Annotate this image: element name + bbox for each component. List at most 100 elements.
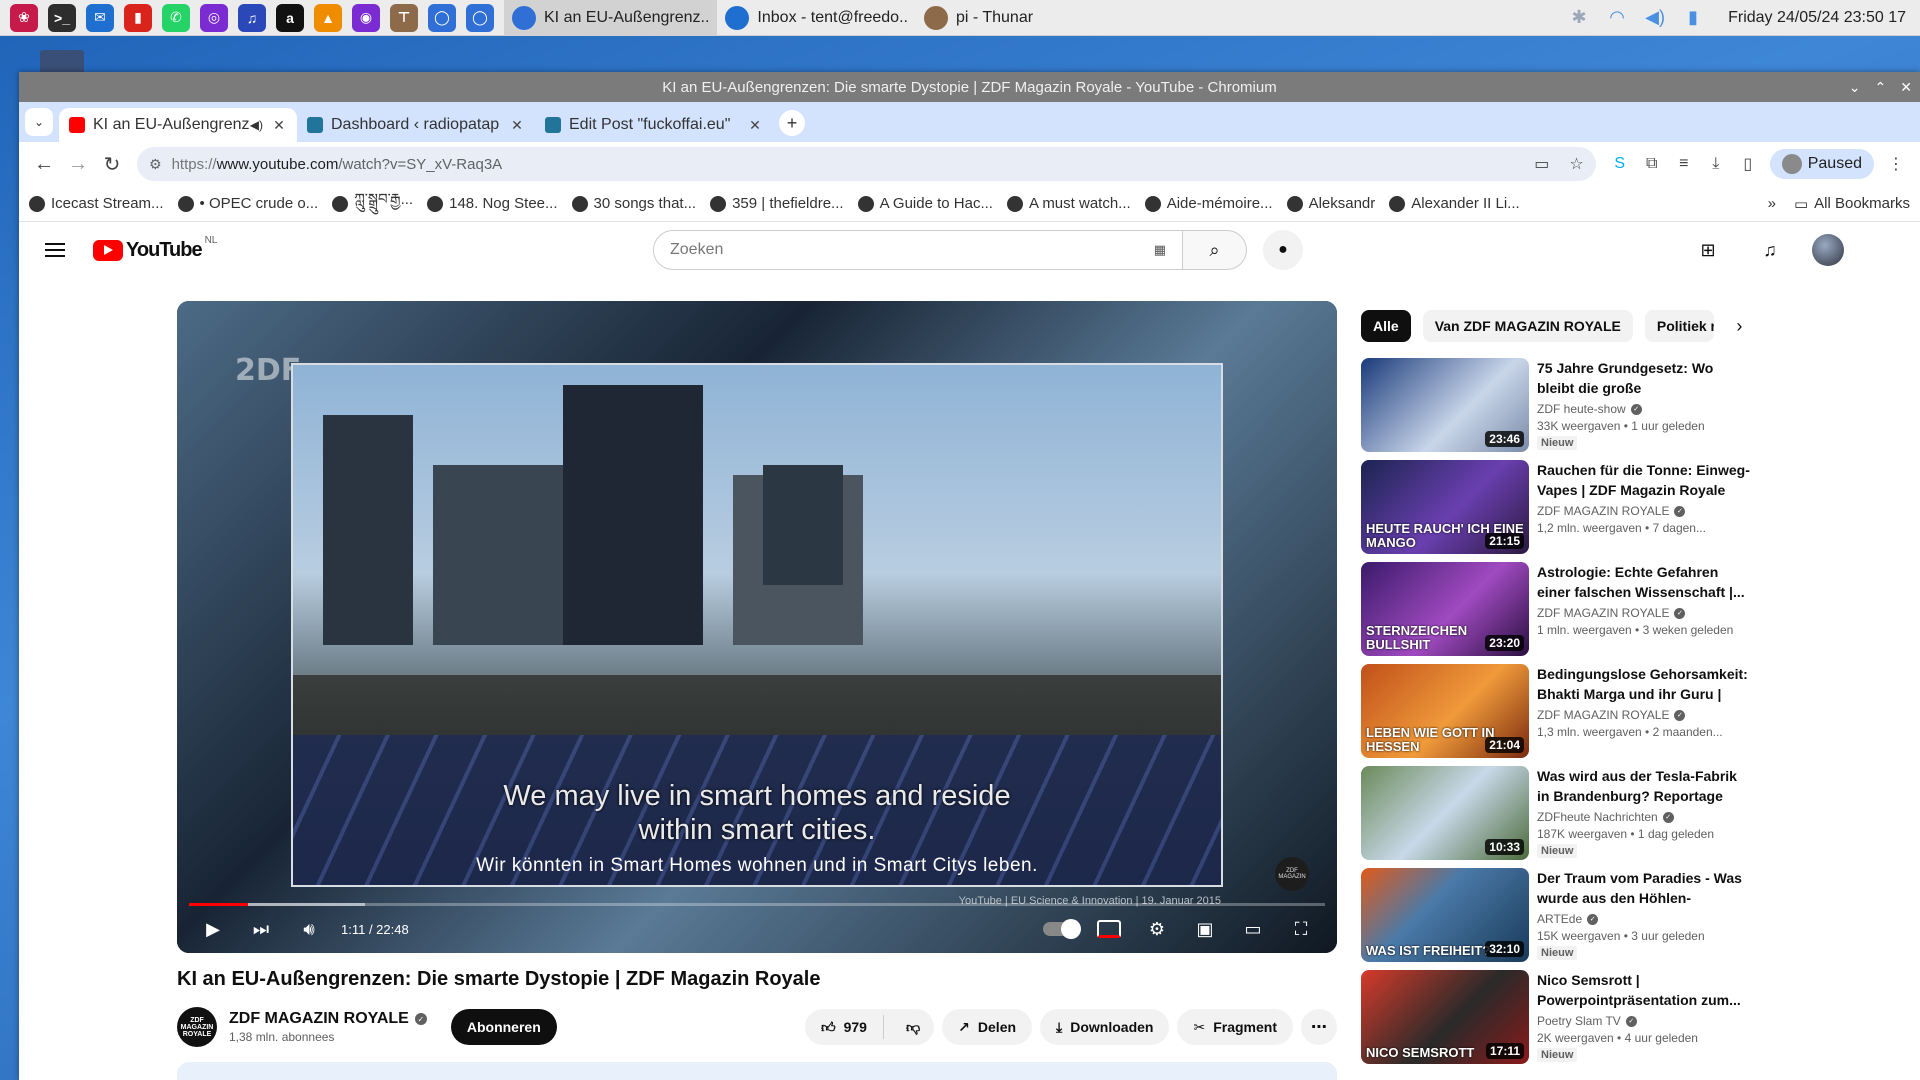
youtube-logo[interactable]: YouTube NL — [93, 235, 217, 262]
bookmark-item[interactable]: ཀླུ་སྒྲུབ་རྒྱ... — [332, 183, 413, 225]
chip-channel[interactable]: Van ZDF MAGAZIN ROYALE — [1422, 310, 1633, 342]
recommendation-title[interactable]: Rauchen für die Tonne: Einweg-Vapes | ZD… — [1537, 460, 1751, 500]
search-input[interactable]: Zoeken ▦ — [653, 230, 1183, 270]
menu-icon[interactable]: ⋮ — [1880, 148, 1912, 180]
recommendation-channel-row[interactable]: ZDFheute Nachrichten ✓ — [1537, 810, 1751, 824]
chip-politics[interactable]: Politiek nieuws — [1644, 310, 1714, 342]
close-icon[interactable]: ✕ — [1900, 79, 1912, 96]
volume-icon[interactable]: 🔊︎ — [285, 905, 333, 953]
voice-search-button[interactable]: ● — [1263, 230, 1303, 270]
cast-icon[interactable]: ▭ — [1534, 154, 1549, 174]
chevron-right-icon[interactable]: › — [1728, 310, 1751, 342]
recommendation-thumbnail[interactable]: LEBEN WIE GOTT IN HESSEN 21:04 — [1361, 664, 1529, 758]
subscribe-button[interactable]: Abonneren — [450, 1009, 557, 1045]
miniplayer-icon[interactable]: ▣ — [1181, 905, 1229, 953]
recommendation-item[interactable]: 23:46 75 Jahre Grundgesetz: Wo bleibt die… — [1361, 358, 1751, 460]
description-box[interactable] — [177, 1062, 1337, 1080]
recommendation-item[interactable]: STERNZEICHEN BULLSHIT 23:20 Astrologie: Ec… — [1361, 562, 1751, 664]
chromium-app-icon[interactable]: ◯ — [466, 3, 494, 32]
keyboard-icon[interactable]: ▦ — [1154, 242, 1166, 258]
search-button[interactable]: ⌕ — [1183, 230, 1247, 270]
chip-all[interactable]: Alle — [1361, 310, 1411, 342]
recommendation-item[interactable]: WAS IST FREIHEIT? 32:10 Der Traum vom Para… — [1361, 868, 1751, 970]
bookmark-item[interactable]: 359 | thefieldre... — [710, 195, 844, 212]
channel-avatar[interactable]: ZDF MAGAZIN ROYALE — [177, 1007, 217, 1047]
recommendation-thumbnail[interactable]: HEUTE RAUCH' ICH EINE MANGO 21:15 — [1361, 460, 1529, 554]
channel-name-row[interactable]: ZDF MAGAZIN ROYALE ✓ — [229, 1010, 427, 1028]
clip-button[interactable]: ✂ Fragment — [1177, 1009, 1293, 1045]
whatsapp-icon[interactable]: ✆ — [162, 3, 190, 32]
sign-icon[interactable]: ⊤ — [390, 3, 418, 32]
recommendation-channel-row[interactable]: Poetry Slam TV ✓ — [1537, 1014, 1751, 1028]
media-controls-icon[interactable]: ≡ — [1668, 148, 1700, 180]
menu-icon[interactable] — [35, 230, 75, 270]
share-button[interactable]: ↗ Delen — [942, 1009, 1033, 1045]
recommendation-channel-row[interactable]: ZDF MAGAZIN ROYALE ✓ — [1537, 504, 1751, 518]
recommendation-item[interactable]: HEUTE RAUCH' ICH EINE MANGO 21:15 Rauchen … — [1361, 460, 1751, 562]
bookmark-item[interactable]: Aleksandr — [1286, 195, 1375, 212]
tor-icon[interactable]: ◉ — [352, 3, 380, 32]
recommendation-thumbnail[interactable]: STERNZEICHEN BULLSHIT 23:20 — [1361, 562, 1529, 656]
autoplay-toggle[interactable] — [1037, 905, 1085, 953]
recommendation-item[interactable]: NICO SEMSROTT 17:11 Nico Semsrott | Powerp… — [1361, 970, 1751, 1072]
tab-close-icon[interactable]: ✕ — [271, 117, 287, 134]
recommendation-channel-row[interactable]: ZDF MAGAZIN ROYALE ✓ — [1537, 708, 1751, 722]
bookmark-item[interactable]: Icecast Stream... — [29, 195, 164, 212]
side-panel-icon[interactable]: ▯ — [1732, 148, 1764, 180]
bookmark-item[interactable]: A must watch... — [1006, 195, 1131, 212]
mixer-icon[interactable]: ▮ — [124, 3, 152, 32]
volume-icon[interactable]: ◀) — [1644, 7, 1666, 29]
video-player[interactable]: 2DF We may live in smart homes and resid… — [177, 301, 1337, 953]
tab-close-icon[interactable]: ✕ — [509, 117, 525, 134]
bookmarks-overflow-icon[interactable]: » — [1768, 195, 1776, 212]
recommendation-item[interactable]: 10:33 Was wird aus der Tesla-Fabrik in Br… — [1361, 766, 1751, 868]
tab-search-button[interactable]: ⌄ — [25, 108, 53, 136]
vlc-icon[interactable]: ▲ — [314, 3, 342, 32]
bookmark-item[interactable]: A Guide to Hac... — [857, 195, 993, 212]
bookmark-item[interactable]: 148. Nog Stee... — [427, 195, 558, 212]
terminal-icon[interactable]: >_ — [48, 3, 76, 32]
settings-gear-icon[interactable]: ⚙ — [1133, 905, 1181, 953]
clock[interactable]: Friday 24/05/24 23:50 17 — [1728, 9, 1906, 27]
fullscreen-icon[interactable]: ⛶ — [1277, 905, 1325, 953]
podcast-icon[interactable]: ◎ — [200, 3, 228, 32]
extensions-icon[interactable]: ⧉ — [1636, 148, 1668, 180]
reload-button[interactable]: ↻ — [95, 147, 129, 181]
recommendation-thumbnail[interactable]: WAS IST FREIHEIT? 32:10 — [1361, 868, 1529, 962]
bluetooth-icon[interactable]: ✱ — [1568, 7, 1590, 29]
recommendation-channel-row[interactable]: ZDF MAGAZIN ROYALE ✓ — [1537, 606, 1751, 620]
browser-tab[interactable]: KI an EU-Außengrenzen◀) ✕ — [59, 108, 297, 142]
recommendation-thumbnail[interactable]: 10:33 — [1361, 766, 1529, 860]
bookmark-item[interactable]: • OPEC crude o... — [177, 195, 318, 212]
chevron-up-icon[interactable]: ⌃ — [1875, 79, 1887, 96]
site-info-icon[interactable]: ⚙ — [149, 156, 162, 173]
recommendation-title[interactable]: Astrologie: Echte Gefahren einer falsche… — [1537, 562, 1751, 602]
thumbs-up-icon[interactable]: 👍︎ — [821, 1019, 836, 1036]
window-titlebar[interactable]: KI an EU-Außengrenzen: Die smarte Dystop… — [19, 72, 1920, 102]
bookmark-item[interactable]: Alexander II Li... — [1389, 195, 1520, 212]
browser-tab[interactable]: Edit Post "fuckoffai.eu" ✕ — [535, 108, 773, 142]
recommendation-title[interactable]: 75 Jahre Grundgesetz: Wo bleibt die groß… — [1537, 358, 1751, 398]
notifications-bell-icon[interactable]: ♫ — [1750, 230, 1790, 270]
profile-button[interactable]: Paused — [1769, 149, 1874, 179]
address-bar[interactable]: ⚙ https://www.youtube.com/watch?v=SY_xV-… — [137, 147, 1596, 181]
all-bookmarks-folder[interactable]: ▭ All Bookmarks — [1794, 195, 1910, 213]
taskbar-window[interactable]: pi - Thunar — [916, 0, 1041, 36]
play-icon[interactable]: ▶ — [189, 905, 237, 953]
browser-tab[interactable]: Dashboard ‹ radiopatap ✕ — [297, 108, 535, 142]
taskbar-window[interactable]: KI an EU-Außengrenz.. — [504, 0, 718, 36]
tab-close-icon[interactable]: ✕ — [747, 117, 763, 134]
like-count[interactable]: 979 — [844, 1019, 867, 1035]
taskbar-window[interactable]: Inbox - tent@freedo.. — [717, 0, 916, 36]
theater-mode-icon[interactable]: ▭ — [1229, 905, 1277, 953]
recommendation-channel-row[interactable]: ZDF heute-show ✓ — [1537, 402, 1751, 416]
chevron-down-icon[interactable]: ⌄ — [1849, 79, 1861, 96]
tab-audio-icon[interactable]: ◀) — [250, 118, 263, 132]
back-button[interactable]: ← — [27, 147, 61, 181]
bookmark-item[interactable]: 30 songs that... — [571, 195, 696, 212]
subtitles-icon[interactable] — [1085, 905, 1133, 953]
recommendation-item[interactable]: LEBEN WIE GOTT IN HESSEN 21:04 Bedingungsl… — [1361, 664, 1751, 766]
bookmark-item[interactable]: Aide-mémoire... — [1144, 195, 1273, 212]
download-button[interactable]: ⤓ Downloaden — [1040, 1009, 1170, 1045]
raspberry-icon[interactable]: ❀ — [10, 3, 38, 32]
